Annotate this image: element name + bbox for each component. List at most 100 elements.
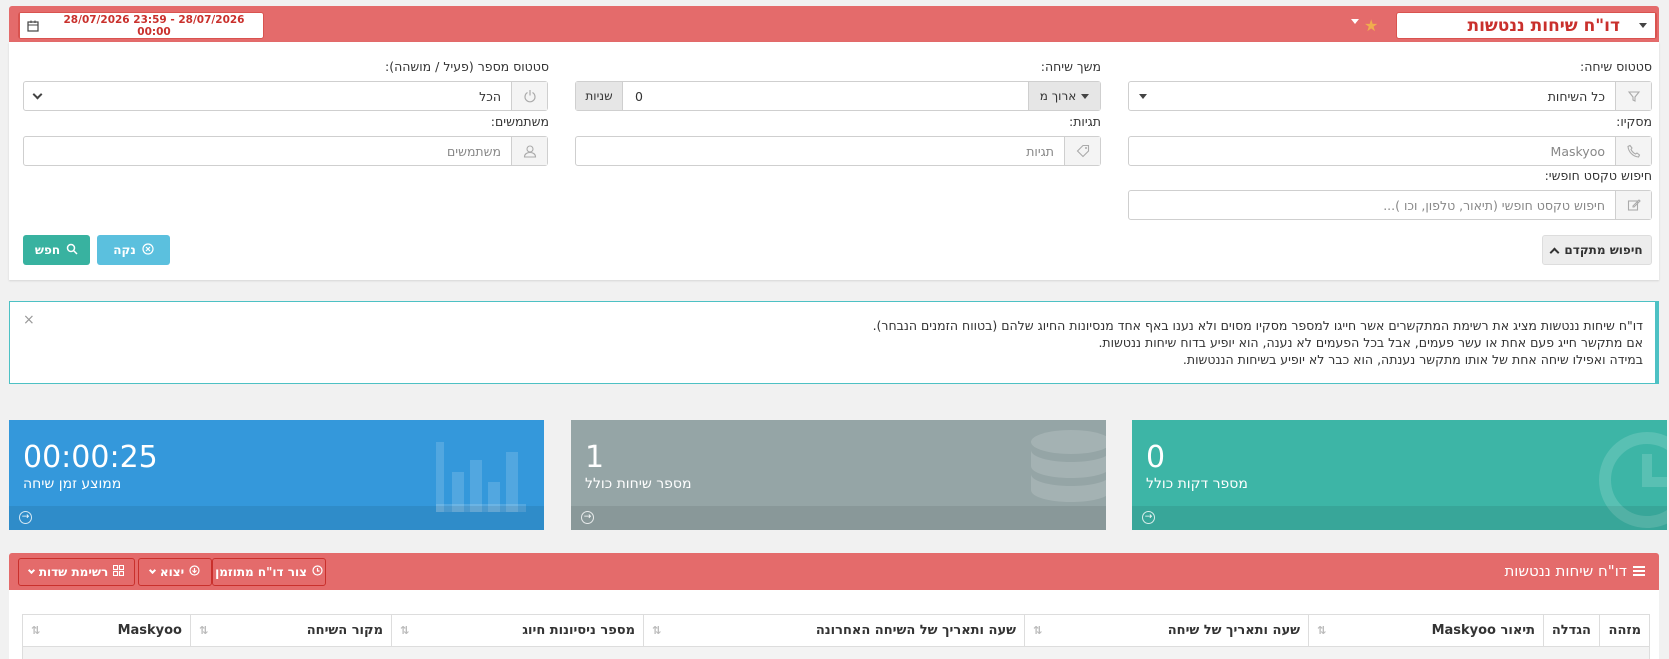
tag-icon (1064, 137, 1100, 165)
users-label: משתמשים: (490, 114, 549, 129)
sort-icon[interactable]: ⇅ (1317, 624, 1326, 637)
info-alert: דו"ח שיחות ננטשות מציג את רשימת המתקשרים… (9, 301, 1659, 384)
power-icon (511, 82, 547, 110)
database-icon (1031, 430, 1106, 502)
chevron-down-icon (148, 566, 156, 574)
chevron-down-icon (1081, 93, 1090, 99)
arrow-right-circle-icon[interactable]: → (1142, 511, 1155, 524)
grid-icon (113, 564, 125, 579)
search-button[interactable]: חפש (23, 235, 90, 265)
call-duration-group: ארוך מ 0 שניות (575, 81, 1101, 111)
field-list-button[interactable]: רשימת שדות (18, 558, 135, 586)
sort-icon[interactable]: ⇅ (1033, 624, 1042, 637)
report-table-header: מזהה הגדלה תיאור Maskyoo ⇅ שעה ותאריך של … (22, 614, 1650, 647)
column-header-maskyoo[interactable]: Maskyoo ⇅ (23, 615, 190, 646)
column-header-maskyoo-description[interactable]: תיאור Maskyoo ⇅ (1308, 615, 1543, 646)
download-circle-icon (189, 565, 200, 579)
phone-icon (1615, 137, 1651, 165)
clear-circle-icon (142, 242, 154, 258)
chevron-down-icon[interactable] (1630, 13, 1656, 38)
calendar-icon (19, 13, 45, 38)
free-text-search-input[interactable]: חיפוש טקסט חופשי (תיאור, טלפון, וכו )... (1128, 190, 1652, 220)
column-header-label: הגדלה (1551, 623, 1591, 638)
arrow-right-circle-icon[interactable]: → (581, 511, 594, 524)
advanced-search-button[interactable]: חיפוש מתקדם (1542, 235, 1652, 265)
column-header-label: מספר ניסיונות חיוג (522, 623, 635, 638)
chevron-up-icon (1549, 247, 1560, 257)
chevron-down-icon (1139, 93, 1147, 99)
export-button[interactable]: יצוא (138, 558, 212, 586)
field-list-label: רשימת שדות (38, 565, 109, 579)
clock-icon (312, 565, 323, 579)
total-calls-value: 1 (585, 440, 605, 475)
number-status-value: הכל (479, 88, 501, 104)
stat-tile-total-calls[interactable]: 1 מספר שיחות כולל → (571, 420, 1106, 530)
total-minutes-value: 0 (1146, 440, 1166, 475)
avg-call-time-caption: ממוצע זמן שיחה (23, 476, 122, 492)
scheduled-report-button[interactable]: צור דו"ח מתוזמן (212, 558, 326, 586)
search-label: חפש (34, 243, 61, 257)
export-label: יצוא (159, 565, 185, 579)
scheduled-report-label: צור דו"ח מתוזמן (215, 565, 307, 579)
maskyoo-label: מסקיו: (1616, 114, 1652, 129)
sort-icon[interactable]: ⇅ (31, 624, 40, 637)
number-status-select[interactable]: הכל (23, 81, 548, 111)
report-title-text: דו"ח שיחות ננטשות (1504, 562, 1627, 580)
stat-tile-total-minutes[interactable]: 0 מספר דקות כולל → (1132, 420, 1667, 530)
list-icon (1633, 562, 1645, 580)
info-alert-text: דו"ח שיחות ננטשות מציג את רשימת המתקשרים… (873, 317, 1643, 368)
tags-input[interactable]: תגיות (575, 136, 1101, 166)
report-title: דו"ח שיחות ננטשות (1504, 562, 1645, 580)
date-range-picker[interactable]: 28/07/2026 23:59 - 28/07/2026 00:00 (18, 12, 264, 39)
column-header-zoom[interactable]: הגדלה (1543, 615, 1599, 646)
clear-label: נקה (113, 243, 136, 257)
star-icon[interactable]: ★ (1364, 16, 1378, 35)
total-calls-caption: מספר שיחות כולל (585, 476, 692, 492)
alert-line: אם מתקשר חייג פעם אחת או עשר פעמים, אבל … (1098, 335, 1643, 350)
maskyoo-placeholder: Maskyoo (1550, 143, 1605, 159)
chevron-down-icon (27, 566, 35, 574)
edit-icon (1615, 191, 1651, 219)
tags-label: תגיות: (1069, 114, 1101, 129)
duration-operator-label: ארוך מ (1039, 89, 1077, 103)
advanced-search-label: חיפוש מתקדם (1564, 243, 1643, 257)
column-header-call-source[interactable]: מקור השיחה ⇅ (190, 615, 391, 646)
chevron-down-icon (32, 89, 43, 99)
search-icon (66, 243, 78, 258)
date-range-text: 28/07/2026 23:59 - 28/07/2026 00:00 (63, 13, 245, 38)
alert-line: דו"ח שיחות ננטשות מציג את רשימת המתקשרים… (872, 318, 1643, 333)
maskyoo-input[interactable]: Maskyoo (1128, 136, 1652, 166)
free-text-label: חיפוש טקסט חופשי: (1544, 168, 1652, 183)
column-header-call-time[interactable]: שעה ותאריך של שיחה ⇅ (1024, 615, 1308, 646)
phone-filter-icon (1615, 82, 1651, 110)
users-placeholder: משתמשים (447, 143, 501, 159)
avg-call-time-value: 00:00:25 (23, 440, 158, 475)
column-header-dial-attempts[interactable]: מספר ניסיונות חיוג ⇅ (391, 615, 643, 646)
close-icon[interactable]: × (23, 312, 35, 328)
clear-button[interactable]: נקה (97, 235, 170, 265)
favorites-dropdown-caret-icon[interactable] (1351, 19, 1359, 24)
free-text-placeholder: חיפוש טקסט חופשי (תיאור, טלפון, וכו )... (1383, 197, 1605, 213)
column-header-label: מקור השיחה (306, 623, 383, 638)
sort-icon[interactable]: ⇅ (400, 624, 409, 637)
sort-icon[interactable]: ⇅ (652, 624, 661, 637)
call-status-select[interactable]: כל השיחות (1128, 81, 1652, 111)
users-input[interactable]: משתמשים (23, 136, 548, 166)
call-status-value: כל השיחות (1547, 88, 1605, 104)
duration-value-input[interactable]: 0 (623, 82, 1028, 110)
total-minutes-caption: מספר דקות כולל (1146, 476, 1248, 492)
report-selector[interactable]: דו"ח שיחות ננטשות (1396, 12, 1657, 39)
arrow-right-circle-icon[interactable]: → (19, 511, 32, 524)
stat-tile-avg-call-time[interactable]: 00:00:25 ממוצע זמן שיחה → (9, 420, 544, 530)
duration-operator-button[interactable]: ארוך מ (1028, 82, 1100, 110)
column-header-label: תיאור Maskyoo (1431, 623, 1535, 638)
column-header-label: שעה ותאריך של השיחה האחרונה (815, 623, 1016, 638)
bar-chart-icon (436, 442, 526, 512)
user-icon (511, 137, 547, 165)
number-status-label: סטטוס מספר (פעיל / מושהה): (385, 59, 549, 74)
sort-icon[interactable]: ⇅ (199, 624, 208, 637)
tags-placeholder: תגיות (1026, 143, 1054, 159)
call-duration-label: משך שיחה: (1040, 59, 1101, 74)
column-header-id[interactable]: מזהה (1599, 615, 1649, 646)
column-header-last-call-time[interactable]: שעה ותאריך של השיחה האחרונה ⇅ (643, 615, 1024, 646)
